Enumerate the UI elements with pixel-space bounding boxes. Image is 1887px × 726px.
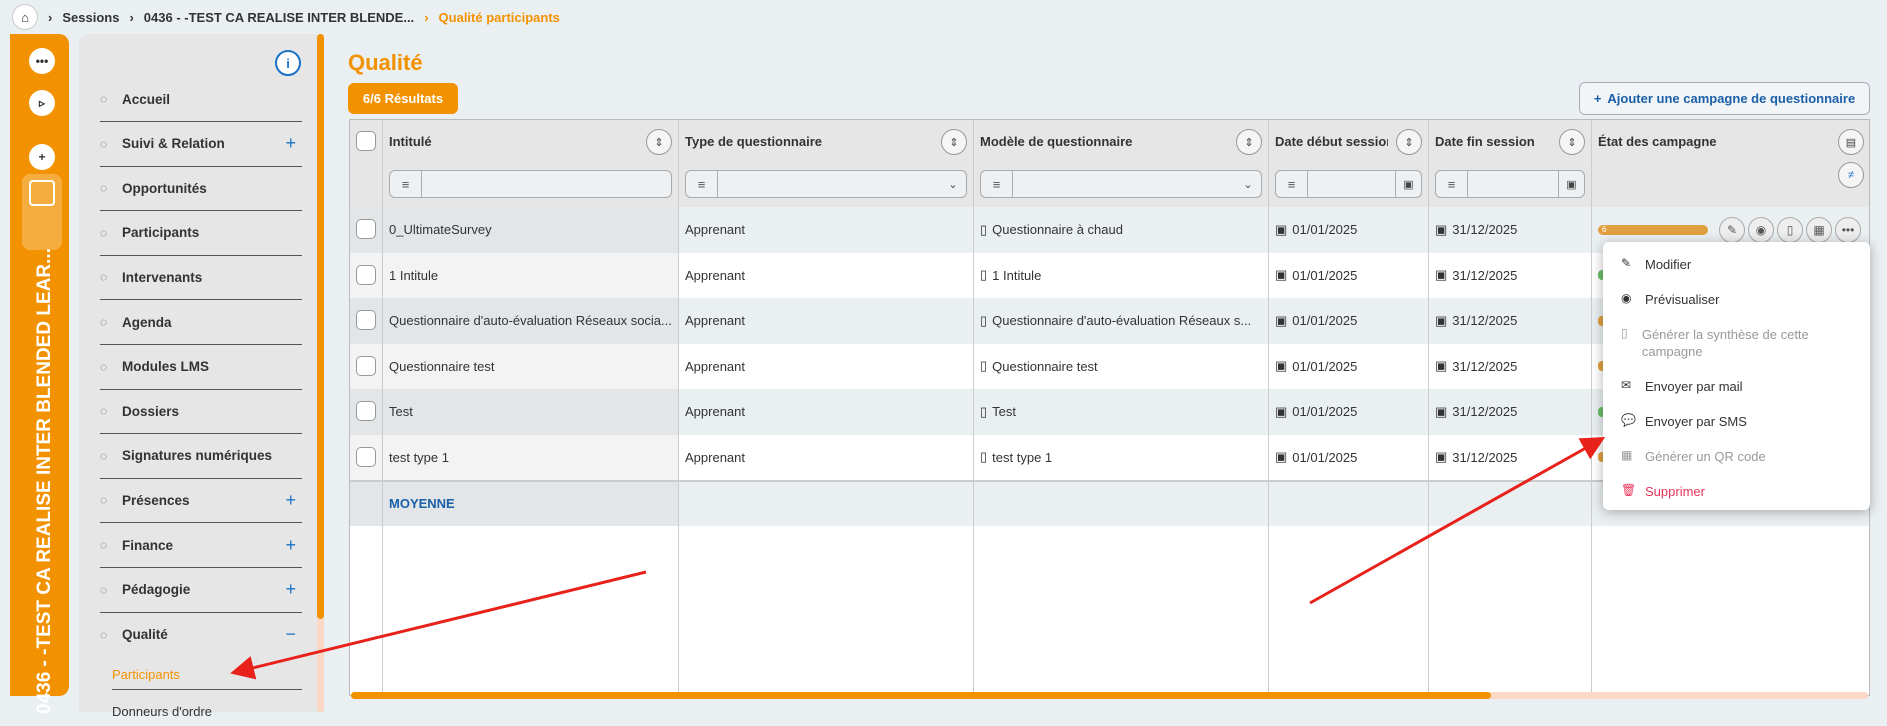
arrow-to-participants (236, 572, 646, 672)
annotation-arrows (0, 0, 1887, 712)
arrow-to-sms (1310, 440, 1600, 603)
